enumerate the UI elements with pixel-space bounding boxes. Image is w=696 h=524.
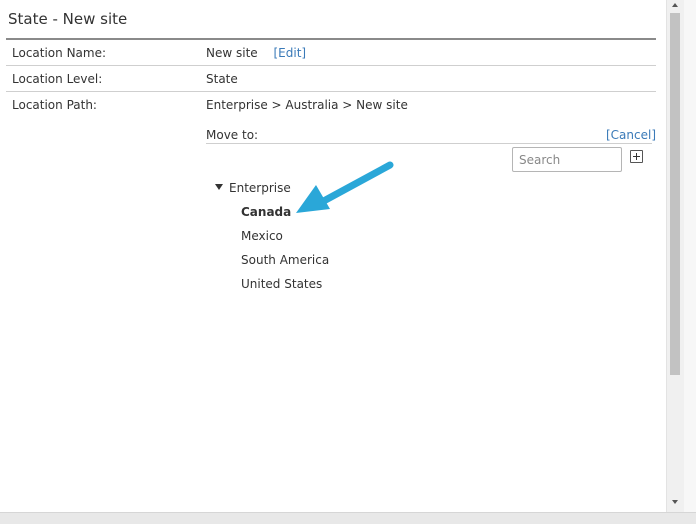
location-path-value: Enterprise > Australia > New site	[206, 98, 408, 112]
location-level-value: State	[206, 72, 238, 86]
page-title: State - New site	[8, 10, 128, 28]
scrollbar-thumb[interactable]	[670, 13, 680, 375]
expand-triangle-icon[interactable]	[215, 184, 223, 190]
cancel-move-link[interactable]: [Cancel]	[606, 128, 656, 142]
tree-item-canada[interactable]: Canada	[241, 205, 291, 219]
search-input[interactable]	[512, 147, 622, 172]
move-divider	[206, 143, 652, 144]
tree-item-south-america[interactable]: South America	[241, 253, 329, 267]
add-icon[interactable]	[630, 150, 643, 163]
tree-item-united-states[interactable]: United States	[241, 277, 322, 291]
annotation-arrow-icon	[296, 161, 394, 213]
location-name-value-group: New site [Edit]	[206, 46, 306, 60]
tree-item-enterprise[interactable]: Enterprise	[229, 181, 291, 195]
location-detail-panel: State - New site Location Name: New site…	[0, 0, 666, 512]
scroll-down-icon[interactable]	[672, 500, 678, 504]
location-name-value: New site	[206, 46, 258, 60]
vertical-scrollbar[interactable]	[666, 0, 684, 512]
row-divider	[6, 91, 656, 92]
title-divider	[6, 38, 656, 40]
location-path-label: Location Path:	[12, 98, 97, 112]
tree-item-mexico[interactable]: Mexico	[241, 229, 283, 243]
window-edge	[684, 0, 696, 512]
location-level-label: Location Level:	[12, 72, 103, 86]
location-name-label: Location Name:	[12, 46, 107, 60]
bottom-edge	[0, 512, 696, 524]
scroll-up-icon[interactable]	[672, 3, 678, 7]
edit-name-link[interactable]: [Edit]	[274, 46, 307, 60]
move-to-label: Move to:	[206, 128, 259, 142]
row-divider	[6, 65, 656, 66]
